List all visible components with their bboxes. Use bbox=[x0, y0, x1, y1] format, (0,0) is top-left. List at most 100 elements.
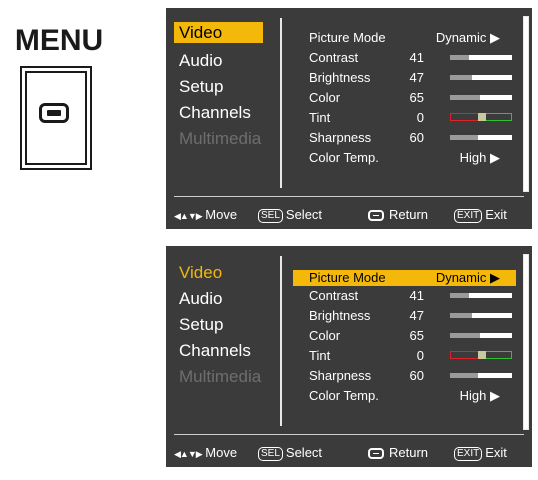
slider-fill bbox=[450, 55, 470, 60]
sel-key-icon: SEL bbox=[258, 447, 283, 461]
setting-color-temp[interactable]: Color Temp. High ▶ bbox=[293, 148, 516, 168]
footer-divider bbox=[174, 196, 524, 197]
hint-select-label: Select bbox=[285, 207, 323, 222]
setting-value: High ▶ bbox=[459, 388, 500, 403]
slider-fill bbox=[450, 293, 470, 298]
hint-return: Return bbox=[368, 445, 428, 460]
setting-value: 60 bbox=[409, 130, 424, 145]
category-setup[interactable]: Setup bbox=[174, 74, 270, 100]
setting-sharpness[interactable]: Sharpness 60 bbox=[293, 128, 516, 148]
scrollbar[interactable] bbox=[523, 16, 529, 192]
tint-knob bbox=[478, 351, 486, 359]
setting-value: 47 bbox=[409, 70, 424, 85]
hint-move: ◀▲▼▶ Move bbox=[174, 207, 237, 222]
setting-color[interactable]: Color 65 bbox=[293, 88, 516, 108]
slider-fill bbox=[450, 135, 478, 140]
setting-contrast[interactable]: Contrast 41 bbox=[293, 286, 516, 306]
setting-tint[interactable]: Tint 0 bbox=[293, 108, 516, 128]
setting-label: Tint bbox=[309, 348, 331, 363]
setting-brightness[interactable]: Brightness 47 bbox=[293, 306, 516, 326]
hint-select: SEL Select bbox=[258, 207, 322, 223]
category-video[interactable]: Video bbox=[174, 260, 270, 286]
hint-move: ◀▲▼▶ Move bbox=[174, 445, 237, 460]
setting-sharpness[interactable]: Sharpness 60 bbox=[293, 366, 516, 386]
setting-label: Sharpness bbox=[309, 368, 372, 383]
slider-fill bbox=[450, 75, 472, 80]
tint-red-segment bbox=[450, 351, 481, 359]
setting-value: 65 bbox=[409, 90, 424, 105]
scrollbar-thumb[interactable] bbox=[524, 17, 528, 191]
settings-list: Picture Mode Dynamic ▶ Contrast 41 Brigh… bbox=[293, 28, 516, 168]
setting-picture-mode[interactable]: Picture Mode Dynamic ▶ bbox=[293, 28, 516, 48]
setting-brightness[interactable]: Brightness 47 bbox=[293, 68, 516, 88]
footer-hints: ◀▲▼▶ Move SEL Select Return EXIT Exit bbox=[166, 202, 532, 226]
setting-value: 0 bbox=[416, 110, 424, 125]
setting-value: 65 bbox=[409, 328, 424, 343]
exit-key-icon: EXIT bbox=[454, 447, 483, 461]
slider-fill bbox=[450, 373, 478, 378]
category-list: Video Audio Setup Channels Multimedia bbox=[174, 22, 270, 152]
brightness-slider[interactable] bbox=[450, 75, 512, 80]
category-video[interactable]: Video bbox=[174, 22, 263, 43]
tint-slider[interactable] bbox=[450, 113, 512, 121]
move-arrows-icon: ◀▲▼▶ bbox=[174, 449, 203, 459]
hint-return-label: Return bbox=[389, 445, 429, 460]
category-multimedia: Multimedia bbox=[179, 367, 262, 386]
contrast-slider[interactable] bbox=[450, 55, 512, 60]
brightness-slider[interactable] bbox=[450, 313, 512, 318]
contrast-slider[interactable] bbox=[450, 293, 512, 298]
setting-value: 0 bbox=[416, 348, 424, 363]
menu-remote-button[interactable] bbox=[20, 66, 92, 170]
setting-label: Color Temp. bbox=[309, 388, 379, 403]
color-slider[interactable] bbox=[450, 333, 512, 338]
return-key-icon bbox=[368, 448, 384, 459]
category-audio[interactable]: Audio bbox=[174, 48, 270, 74]
color-slider[interactable] bbox=[450, 95, 512, 100]
vertical-divider bbox=[280, 18, 282, 188]
setting-label: Brightness bbox=[309, 308, 371, 323]
setting-value: 41 bbox=[409, 288, 424, 303]
setting-label: Brightness bbox=[309, 70, 371, 85]
tint-knob bbox=[478, 113, 486, 121]
hint-exit: EXIT Exit bbox=[454, 445, 507, 461]
setting-value: 41 bbox=[409, 50, 424, 65]
setting-label: Picture Mode bbox=[309, 270, 386, 285]
slider-fill bbox=[450, 95, 481, 100]
tint-slider[interactable] bbox=[450, 351, 512, 359]
menu-title: MENU bbox=[14, 24, 104, 57]
setting-label: Color Temp. bbox=[309, 150, 379, 165]
setting-contrast[interactable]: Contrast 41 bbox=[293, 48, 516, 68]
category-setup[interactable]: Setup bbox=[174, 312, 270, 338]
setting-label: Contrast bbox=[309, 288, 359, 303]
scrollbar[interactable] bbox=[523, 254, 529, 430]
vertical-divider bbox=[280, 256, 282, 426]
hint-return: Return bbox=[368, 207, 428, 222]
category-audio[interactable]: Audio bbox=[174, 286, 270, 312]
setting-tint[interactable]: Tint 0 bbox=[293, 346, 516, 366]
hint-move-label: Move bbox=[205, 445, 238, 460]
setting-label: Tint bbox=[309, 110, 331, 125]
move-arrows-icon: ◀▲▼▶ bbox=[174, 211, 203, 221]
osd-panel-setting-focus: Video Audio Setup Channels Multimedia Pi… bbox=[166, 246, 532, 467]
hint-return-label: Return bbox=[389, 207, 429, 222]
setting-color-temp[interactable]: Color Temp. High ▶ bbox=[293, 386, 516, 406]
scrollbar-thumb[interactable] bbox=[524, 255, 528, 429]
slider-fill bbox=[450, 333, 481, 338]
setting-picture-mode[interactable]: Picture Mode Dynamic ▶ bbox=[293, 270, 516, 286]
setting-value: 60 bbox=[409, 368, 424, 383]
setting-color[interactable]: Color 65 bbox=[293, 326, 516, 346]
hint-select: SEL Select bbox=[258, 445, 322, 461]
sharpness-slider[interactable] bbox=[450, 373, 512, 378]
menu-button-icon bbox=[39, 103, 69, 123]
sharpness-slider[interactable] bbox=[450, 135, 512, 140]
setting-label: Color bbox=[309, 90, 341, 105]
footer-divider bbox=[174, 434, 524, 435]
setting-label: Contrast bbox=[309, 50, 359, 65]
setting-label: Picture Mode bbox=[309, 30, 386, 45]
tint-red-segment bbox=[450, 113, 481, 121]
category-channels[interactable]: Channels bbox=[174, 338, 270, 364]
category-channels[interactable]: Channels bbox=[174, 100, 270, 126]
hint-exit: EXIT Exit bbox=[454, 207, 507, 223]
footer-hints: ◀▲▼▶ Move SEL Select Return EXIT Exit bbox=[166, 440, 532, 464]
osd-panel-category-focus: Video Audio Setup Channels Multimedia Pi… bbox=[166, 8, 532, 229]
